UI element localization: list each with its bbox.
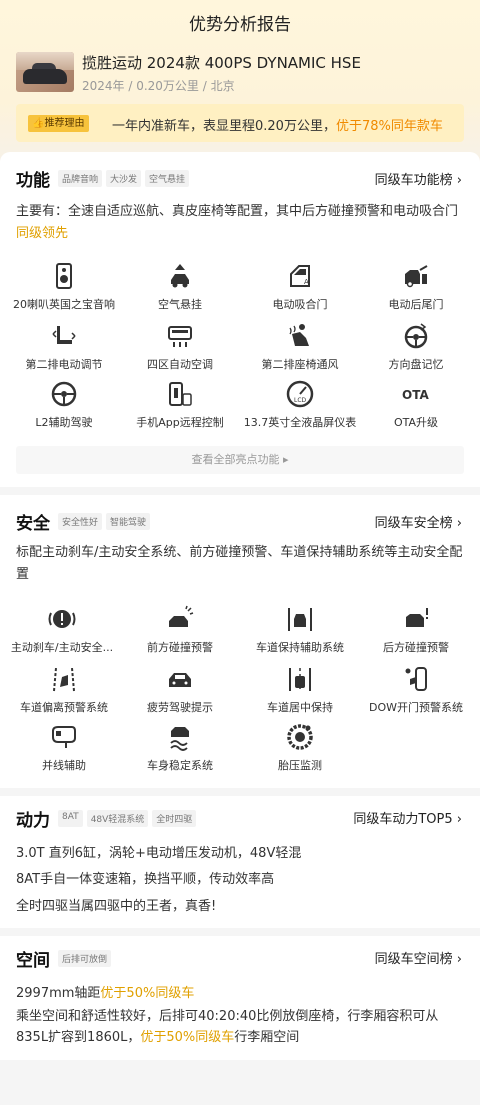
space-tags: 后排可放倒: [58, 950, 112, 967]
svg-text:LCD: LCD: [294, 397, 307, 404]
tag: 品牌音响: [58, 170, 103, 187]
safety-description: 标配主动刹车/主动安全系统、前方碰撞预警、车道保持辅助系统等主动安全配置: [16, 545, 463, 582]
space-section: 空间 后排可放倒 同级车空间榜 › 2997mm轴距优于50%同级车 乘坐空间和…: [0, 936, 480, 1060]
door-icon: A: [290, 265, 310, 287]
tailgate-icon: [405, 265, 428, 288]
feature-item[interactable]: 第二排座椅通风: [240, 322, 360, 372]
chevron-right-icon: ›: [456, 812, 462, 827]
function-description: 主要有：全速自适应巡航、真皮座椅等配置，其中后方碰撞预警和电动吸合门同级领先: [16, 204, 459, 241]
tag: 全时四驱: [152, 810, 197, 827]
recommend-reason-text: 一年内准新车，表显里程0.20万公里，优于78%同年款车: [112, 119, 443, 134]
lane-center-icon: [289, 668, 311, 691]
feature-item[interactable]: 手机App远程控制: [120, 380, 240, 430]
tag: 8AT: [58, 810, 83, 827]
power-spec-line: 8AT手自一体变速箱，换挡平顺，传动效率高: [16, 872, 275, 887]
ota-icon: OTA: [402, 388, 429, 402]
tag: 空气悬挂: [145, 170, 190, 187]
tag: 大沙发: [106, 170, 142, 187]
lane-keep-icon: [288, 608, 312, 631]
power-spec-line: 3.0T 直列6缸，涡轮+电动增压发动机，48V轻混: [16, 846, 302, 861]
power-tags: 8AT 48V轻混系统 全时四驱: [58, 810, 197, 827]
header-area: 优势分析报告 揽胜运动 2024款 400PS DYNAMIC HSE 2024…: [0, 0, 480, 170]
recommend-reason-tag: 👍推荐理由: [28, 115, 90, 132]
section-title-function: 功能: [16, 171, 50, 191]
rear-collision-icon: [406, 608, 428, 627]
thumbs-up-icon: 👍: [32, 118, 45, 129]
power-section: 动力 8AT 48V轻混系统 全时四驱 同级车动力TOP5 › 3.0T 直列6…: [0, 796, 480, 928]
front-collision-icon: [169, 605, 194, 627]
feature-item[interactable]: 车道偏离预警系统: [4, 665, 124, 715]
feature-item[interactable]: 车身稳定系统: [120, 723, 240, 773]
function-section: 功能 品牌音响 大沙发 空气悬挂 同级车功能榜 › 主要有：全速自适应巡航、真皮…: [0, 152, 480, 487]
feature-item[interactable]: LCD 13.7英寸全液晶屏仪表: [240, 380, 360, 430]
feature-item[interactable]: 第二排电动调节: [4, 322, 124, 372]
ac-icon: [168, 326, 192, 347]
lane-depart-icon: [53, 667, 75, 692]
feature-item[interactable]: 车道保持辅助系统: [240, 605, 360, 655]
feature-item[interactable]: 空气悬挂: [120, 262, 240, 312]
gauge-icon: LCD: [286, 380, 314, 408]
feature-item[interactable]: 20喇叭英国之宝音响: [4, 262, 124, 312]
space-rank-link[interactable]: 同级车空间榜 ›: [375, 948, 462, 967]
esp-icon: [170, 727, 189, 751]
steering-wheel-icon: [51, 381, 77, 407]
power-spec-line: 全时四驱当属四驱中的王者，真香!: [16, 899, 217, 914]
feature-item[interactable]: 前方碰撞预警: [120, 605, 240, 655]
speaker-icon: [56, 263, 72, 289]
mirror-icon: [52, 726, 76, 748]
safety-tags: 安全性好 智能驾驶: [58, 513, 151, 530]
function-tags: 品牌音响 大沙发 空气悬挂: [58, 170, 190, 187]
safety-rank-link[interactable]: 同级车安全榜 ›: [375, 512, 462, 531]
feature-item[interactable]: 四区自动空调: [120, 322, 240, 372]
triangle-right-icon: ▸: [282, 453, 289, 466]
feature-item[interactable]: L2辅助驾驶: [4, 380, 124, 430]
recommend-reason-banner: 👍推荐理由 一年内准新车，表显里程0.20万公里，优于78%同年款车: [16, 104, 464, 142]
page-title: 优势分析报告: [189, 15, 291, 35]
car-thumbnail[interactable]: [16, 52, 74, 92]
tag: 安全性好: [58, 513, 103, 530]
svg-text:OTA: OTA: [402, 388, 429, 402]
seat-adjust-icon: [52, 326, 76, 344]
tire-icon: [287, 724, 313, 750]
feature-item[interactable]: 主动刹车/主动安全...: [2, 605, 122, 655]
feature-item[interactable]: DOW开门预警系统: [356, 665, 476, 715]
svg-text:A: A: [304, 278, 309, 286]
feature-item[interactable]: 方向盘记忆: [356, 322, 476, 372]
section-title-power: 动力: [16, 811, 50, 831]
space-description: 乘坐空间和舒适性较好，后排可40:20:40比例放倒座椅，行李厢容积可从835L…: [16, 1009, 439, 1045]
feature-item[interactable]: 电动后尾门: [356, 262, 476, 312]
brake-icon: [48, 610, 76, 628]
view-all-features-button[interactable]: 查看全部亮点功能 ▸: [16, 446, 464, 474]
section-title-safety: 安全: [16, 514, 50, 534]
feature-item[interactable]: 后方碰撞预警: [356, 605, 476, 655]
car-subtitle: 2024年 / 0.20万公里 / 北京: [82, 79, 235, 93]
safety-section: 安全 安全性好 智能驾驶 同级车安全榜 › 标配主动刹车/主动安全系统、前方碰撞…: [0, 495, 480, 788]
air-suspension-icon: [171, 264, 189, 288]
tag: 后排可放倒: [58, 950, 112, 967]
chevron-right-icon: ›: [456, 952, 462, 967]
feature-item[interactable]: A 电动吸合门: [240, 262, 360, 312]
feature-item[interactable]: 车道居中保持: [240, 665, 360, 715]
steering-memory-icon: [404, 323, 428, 349]
tag: 48V轻混系统: [86, 810, 149, 827]
seat-vent-icon: [289, 324, 309, 346]
chevron-right-icon: ›: [456, 516, 462, 531]
power-rank-link[interactable]: 同级车动力TOP5 ›: [353, 808, 462, 827]
car-title: 揽胜运动 2024款 400PS DYNAMIC HSE: [82, 54, 361, 72]
chevron-right-icon: ›: [456, 173, 462, 188]
feature-item[interactable]: 胎压监测: [240, 723, 360, 773]
tag: 智能驾驶: [106, 513, 151, 530]
feature-item[interactable]: 并线辅助: [4, 723, 124, 773]
function-rank-link[interactable]: 同级车功能榜 ›: [375, 169, 462, 188]
dow-icon: [405, 667, 427, 691]
fatigue-icon: [169, 673, 191, 687]
space-wheelbase-line: 2997mm轴距优于50%同级车: [16, 986, 195, 1001]
feature-item[interactable]: OTA OTA升级: [356, 380, 476, 430]
section-title-space: 空间: [16, 951, 50, 971]
phone-icon: [169, 382, 192, 406]
feature-item[interactable]: 疲劳驾驶提示: [120, 665, 240, 715]
